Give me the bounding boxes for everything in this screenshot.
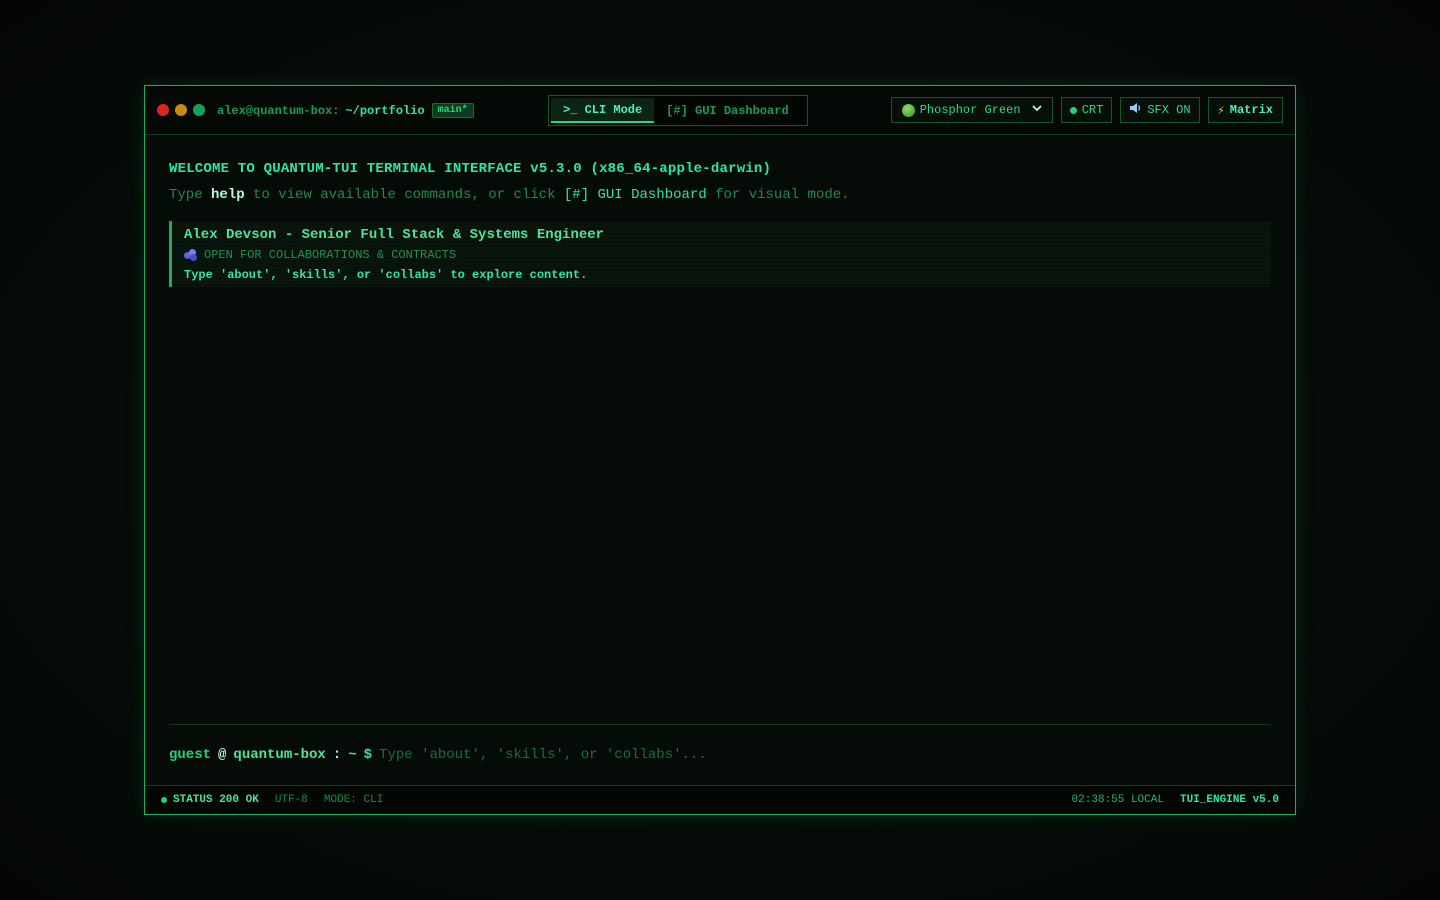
- green-orb-icon: [901, 103, 915, 117]
- availability-label: OPEN FOR COLLABORATIONS & CONTRACTS: [204, 248, 457, 262]
- title-bar: alex@quantum-box: ~/portfolio main* >_ C…: [145, 86, 1295, 135]
- welcome-banner: WELCOME TO QUANTUM-TUI TERMINAL INTERFAC…: [169, 161, 772, 177]
- working-path: alex@quantum-box: ~/portfolio main*: [217, 102, 474, 119]
- engine-version-label: TUI_ENGINE v5.0: [1179, 794, 1279, 806]
- crt-label: CRT: [1081, 103, 1104, 117]
- lightning-bolt-icon: ⚡: [1217, 103, 1225, 118]
- matrix-toggle-button[interactable]: ⚡ Matrix: [1207, 97, 1283, 123]
- status-bar-left: STATUS 200 OK UTF-8 MODE: CLI: [161, 794, 383, 806]
- prompt-dir: ~: [348, 746, 357, 763]
- clock-label: 02:38:55 LOCAL: [1071, 794, 1164, 806]
- maximize-window-button[interactable]: [193, 104, 205, 116]
- prompt-user: guest: [169, 746, 212, 763]
- hint-suffix: for visual mode.: [715, 187, 850, 203]
- mode-switcher: >_ CLI Mode [#] GUI Dashboard: [548, 95, 808, 126]
- status-bar-right: 02:38:55 LOCAL TUI_ENGINE v5.0: [1072, 794, 1279, 806]
- profile-title: Alex Devson - Senior Full Stack & System…: [184, 227, 605, 243]
- close-window-button[interactable]: [157, 104, 169, 116]
- tab-cli-mode[interactable]: >_ CLI Mode: [551, 98, 655, 123]
- chevron-down-icon: [1032, 104, 1042, 116]
- matrix-label: Matrix: [1229, 103, 1273, 117]
- encoding-label: UTF-8: [274, 794, 308, 806]
- sfx-toggle-button[interactable]: SFX ON: [1120, 97, 1200, 123]
- mode-label: MODE: CLI: [323, 794, 384, 806]
- explore-hint: Type 'about', 'skills', or 'collabs' to …: [184, 268, 588, 282]
- blueberries-icon: [184, 249, 198, 261]
- terminal-window: alex@quantum-box: ~/portfolio main* >_ C…: [144, 85, 1296, 815]
- prompt-at: @: [218, 746, 227, 763]
- hint-middle: to view available commands, or click: [253, 187, 556, 203]
- command-input[interactable]: [379, 746, 1271, 763]
- availability-status: OPEN FOR COLLABORATIONS & CONTRACTS: [184, 248, 1259, 262]
- theme-select-value: Phosphor Green: [919, 103, 1021, 117]
- profile-card: Alex Devson - Senior Full Stack & System…: [169, 221, 1271, 287]
- help-command-link[interactable]: help: [211, 187, 245, 203]
- crt-status-dot-icon: [1069, 106, 1077, 114]
- header-controls: Phosphor Green CRT SFX ON ⚡ Matrix: [890, 97, 1283, 123]
- cwd-label: ~/portfolio: [345, 103, 425, 118]
- prompt-host: quantum-box: [233, 746, 326, 763]
- minimize-window-button[interactable]: [175, 104, 187, 116]
- gui-dashboard-link[interactable]: [#] GUI Dashboard: [564, 187, 707, 203]
- git-branch-badge: main*: [431, 103, 474, 118]
- speaker-icon: [1129, 102, 1142, 118]
- window-controls: [157, 104, 205, 116]
- hint-prefix: Type: [169, 187, 203, 203]
- tab-gui-dashboard[interactable]: [#] GUI Dashboard: [654, 98, 800, 123]
- theme-select[interactable]: Phosphor Green: [890, 97, 1053, 123]
- status-bar: STATUS 200 OK UTF-8 MODE: CLI 02:38:55 L…: [145, 785, 1295, 814]
- status-text: STATUS 200 OK: [173, 794, 259, 806]
- terminal-output: WELCOME TO QUANTUM-TUI TERMINAL INTERFAC…: [169, 161, 1271, 287]
- help-hint: Type help to view available commands, or…: [169, 187, 1271, 203]
- prompt-symbol: $: [363, 746, 373, 763]
- crt-toggle-button[interactable]: CRT: [1060, 97, 1113, 123]
- user-host-label: alex@quantum-box:: [217, 103, 340, 118]
- prompt-colon: :: [332, 746, 342, 763]
- status-dot-icon: [161, 797, 167, 803]
- command-prompt: guest @ quantum-box : ~ $: [169, 724, 1271, 770]
- sfx-label: SFX ON: [1147, 103, 1191, 117]
- status-indicator: STATUS 200 OK: [161, 794, 259, 806]
